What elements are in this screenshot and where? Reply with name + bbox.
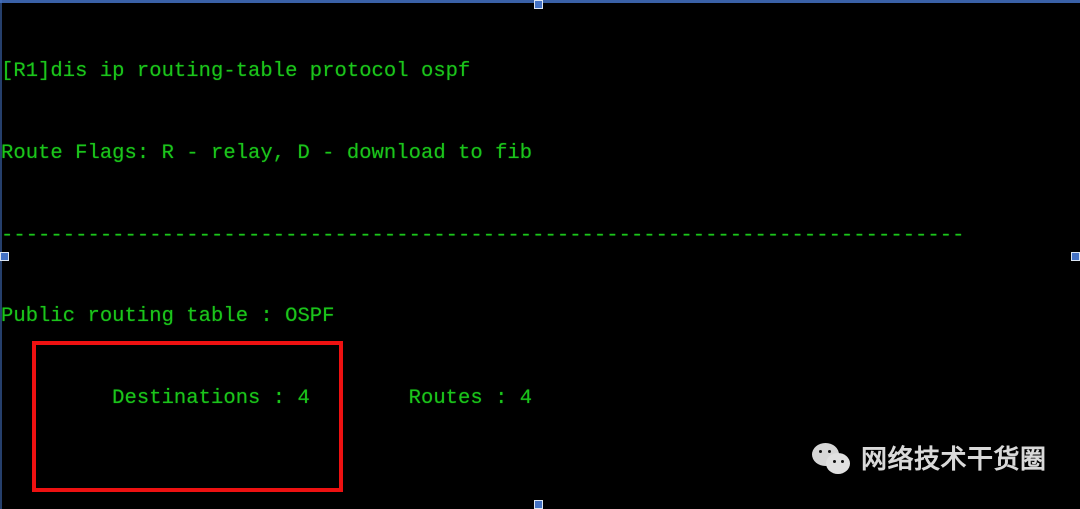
terminal-line-command: [R1]dis ip routing-table protocol ospf bbox=[1, 60, 471, 84]
terminal-line-public-counts: Destinations : 4 Routes : 4 bbox=[1, 386, 533, 410]
selection-handle-bottom[interactable] bbox=[534, 500, 543, 509]
watermark: 网络技术干货圈 bbox=[812, 443, 1047, 477]
wechat-bubble-small bbox=[826, 453, 850, 474]
watermark-label: 网络技术干货圈 bbox=[861, 445, 1047, 475]
terminal-line-separator: ----------------------------------------… bbox=[1, 223, 965, 247]
wechat-icon bbox=[812, 443, 854, 477]
terminal-output: [R1]dis ip routing-table protocol ospf R… bbox=[0, 4, 1080, 509]
terminal-line-route-flags: Route Flags: R - relay, D - download to … bbox=[1, 142, 533, 165]
selection-handle-right[interactable] bbox=[1071, 252, 1080, 261]
selection-handle-top[interactable] bbox=[534, 0, 543, 9]
terminal-line-public-title: Public routing table : OSPF bbox=[1, 305, 335, 329]
terminal-screenshot: [R1]dis ip routing-table protocol ospf R… bbox=[0, 0, 1080, 509]
selection-handle-left[interactable] bbox=[0, 252, 9, 261]
